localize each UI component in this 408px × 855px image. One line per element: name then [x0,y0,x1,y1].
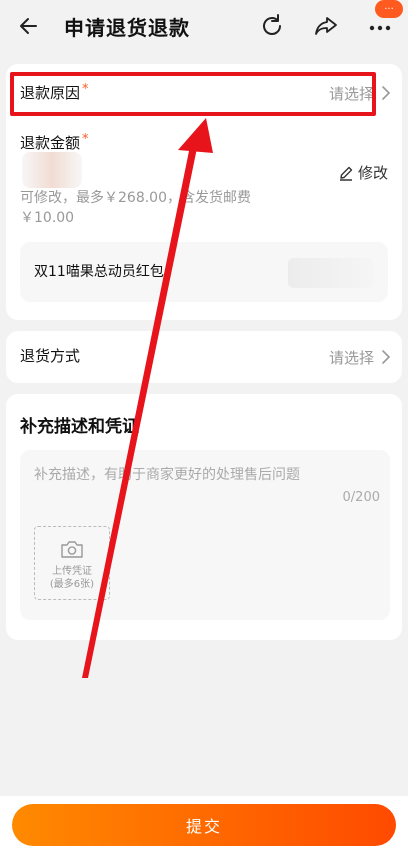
chevron-right-icon[interactable] [380,349,392,365]
required-mark: * [82,82,89,97]
notification-badge: ··· [375,0,403,18]
edit-amount-button[interactable]: 修改 [338,162,388,183]
page-title: 申请退货退款 [64,16,190,40]
chevron-right-icon[interactable] [380,85,392,101]
description-textarea[interactable]: 补充描述，有助于商家更好的处理售后问题 0/200 上传凭证 (最多6张) [20,450,390,620]
red-packet-value [288,258,374,288]
top-bar: 申请退货退款 ··· [0,0,408,52]
return-method-label: 退货方式 [20,347,81,365]
share-icon[interactable] [312,12,340,40]
upload-limit: (最多6张) [49,579,95,590]
return-method-card[interactable]: 退货方式 请选择 [6,331,402,383]
refund-amount-hint: 可修改，最多￥268.00，含发货邮费￥10.00 [20,190,251,226]
refund-amount-value [22,152,82,188]
upload-label: 上传凭证 [51,566,92,577]
submit-button[interactable]: 提交 [12,804,396,846]
red-packet-label: 双11喵果总动员红包 [34,264,164,280]
upload-evidence-button[interactable]: 上传凭证 (最多6张) [34,526,110,600]
bottom-bar: 提交 [0,796,408,855]
description-placeholder: 补充描述，有助于商家更好的处理售后问题 [34,467,300,483]
refund-amount-label: 退款金额 * [20,132,89,152]
refund-reason-select[interactable]: 请选择 [329,83,374,104]
character-counter: 0/200 [342,490,380,505]
description-card: 补充描述和凭证 补充描述，有助于商家更好的处理售后问题 0/200 上传凭证 (… [6,394,402,640]
required-mark: * [82,132,89,147]
refund-info-card: 退款原因 * 请选择 退款金额 * 修改 可修改，最多￥268.00，含发货邮费￥1… [6,64,402,320]
camera-icon [61,541,83,558]
red-packet-row[interactable]: 双11喵果总动员红包 [20,242,388,302]
refund-reason-label[interactable]: 退款原因 * [20,82,89,103]
refresh-icon[interactable] [258,12,286,40]
description-section-title: 补充描述和凭证 [20,417,139,437]
back-arrow-icon[interactable] [16,12,44,40]
pencil-icon [339,166,353,181]
return-method-select[interactable]: 请选择 [329,347,374,368]
